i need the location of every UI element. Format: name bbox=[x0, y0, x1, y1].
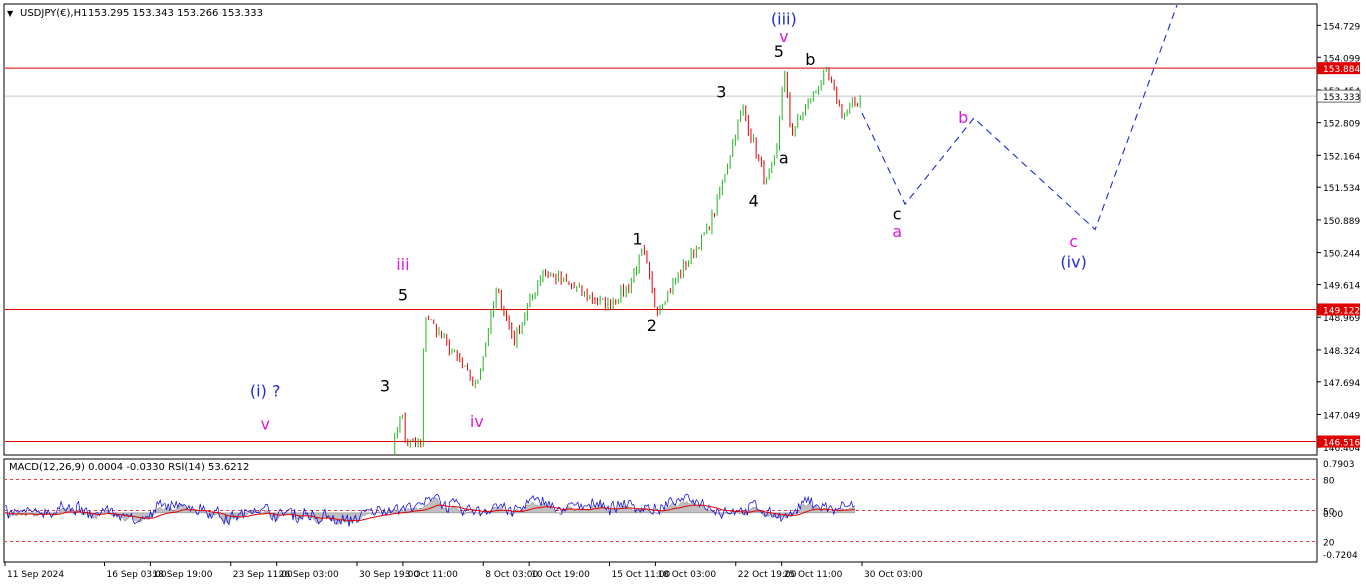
price-tick-label: 152.809 bbox=[1323, 120, 1360, 130]
level-badge-label: 146.516 bbox=[1323, 439, 1360, 449]
wave-label: (i) ? bbox=[250, 382, 281, 401]
wave-label: 1 bbox=[632, 230, 642, 249]
wave-label: 2 bbox=[647, 316, 657, 335]
level-badge-label: 153.884 bbox=[1323, 65, 1360, 75]
wave-label: b bbox=[805, 50, 815, 69]
price-tick-label: 150.244 bbox=[1323, 250, 1360, 260]
symbol-label: USDJPY(€),H1 bbox=[20, 8, 87, 19]
price-panel-frame bbox=[3, 3, 1318, 456]
down-triangle-icon[interactable]: ▼ bbox=[7, 9, 14, 18]
wave-label: a bbox=[779, 149, 789, 168]
current-price-label: 153.333 bbox=[1323, 93, 1360, 103]
wave-label: v bbox=[260, 415, 269, 434]
indicator-tick-label: 80 bbox=[1323, 477, 1335, 487]
wave-label: (iv) bbox=[1060, 253, 1086, 272]
price-tick-label: 150.889 bbox=[1323, 217, 1360, 227]
time-tick-label: 25 Oct 11:00 bbox=[784, 570, 843, 580]
wave-label: (iii) bbox=[771, 9, 797, 28]
wave-label: 4 bbox=[749, 192, 759, 211]
wave-label: 3 bbox=[716, 83, 726, 102]
wave-label: iv bbox=[470, 412, 484, 431]
time-tick-label: 26 Sep 03:00 bbox=[279, 570, 339, 580]
price-tick-label: 148.324 bbox=[1323, 347, 1360, 357]
price-panel[interactable]: (i) ?v3iii5iv12345v(iii)bacabc(iv) bbox=[3, 1, 1318, 461]
time-tick-label: 10 Oct 19:00 bbox=[531, 570, 590, 580]
price-tick-label: 151.534 bbox=[1323, 184, 1360, 194]
price-tick-label: 147.049 bbox=[1323, 412, 1360, 422]
ohlc-values: 153.295 153.343 153.266 153.333 bbox=[88, 8, 263, 19]
time-tick-label: 30 Oct 03:00 bbox=[864, 570, 923, 580]
time-tick-label: 18 Sep 19:00 bbox=[152, 570, 212, 580]
wave-label: 3 bbox=[380, 377, 390, 396]
time-tick-label: 3 Oct 11:00 bbox=[405, 570, 458, 580]
indicator-tick-label: 0.7903 bbox=[1323, 460, 1355, 470]
wave-label: c bbox=[1069, 232, 1078, 251]
wave-label: iii bbox=[396, 255, 409, 274]
time-tick-label: 18 Oct 03:00 bbox=[657, 570, 716, 580]
indicator-tick-label: 20 bbox=[1323, 538, 1335, 548]
level-badge-label: 149.122 bbox=[1323, 306, 1360, 316]
price-tick-label: 147.694 bbox=[1323, 379, 1360, 389]
indicator-tick-label: -0.7204 bbox=[1323, 551, 1358, 561]
indicator-header: MACD(12,26,9) 0.0004 -0.0330 RSI(14) 53.… bbox=[9, 462, 249, 473]
wave-label: a bbox=[892, 222, 902, 241]
price-tick-label: 149.614 bbox=[1323, 282, 1360, 292]
chart-canvas[interactable]: (i) ?v3iii5iv12345v(iii)bacabc(iv) 154.7… bbox=[0, 0, 1366, 588]
price-tick-label: 154.729 bbox=[1323, 22, 1360, 32]
indicator-tick-label: 0.00 bbox=[1323, 510, 1343, 520]
price-tick-label: 152.164 bbox=[1323, 152, 1360, 162]
wave-label: b bbox=[958, 108, 968, 127]
wave-label: c bbox=[893, 204, 902, 223]
wave-label: 5 bbox=[398, 285, 408, 304]
indicator-panel[interactable] bbox=[3, 458, 1318, 563]
wave-label: v bbox=[779, 27, 788, 46]
time-tick-label: 11 Sep 2024 bbox=[7, 570, 64, 580]
